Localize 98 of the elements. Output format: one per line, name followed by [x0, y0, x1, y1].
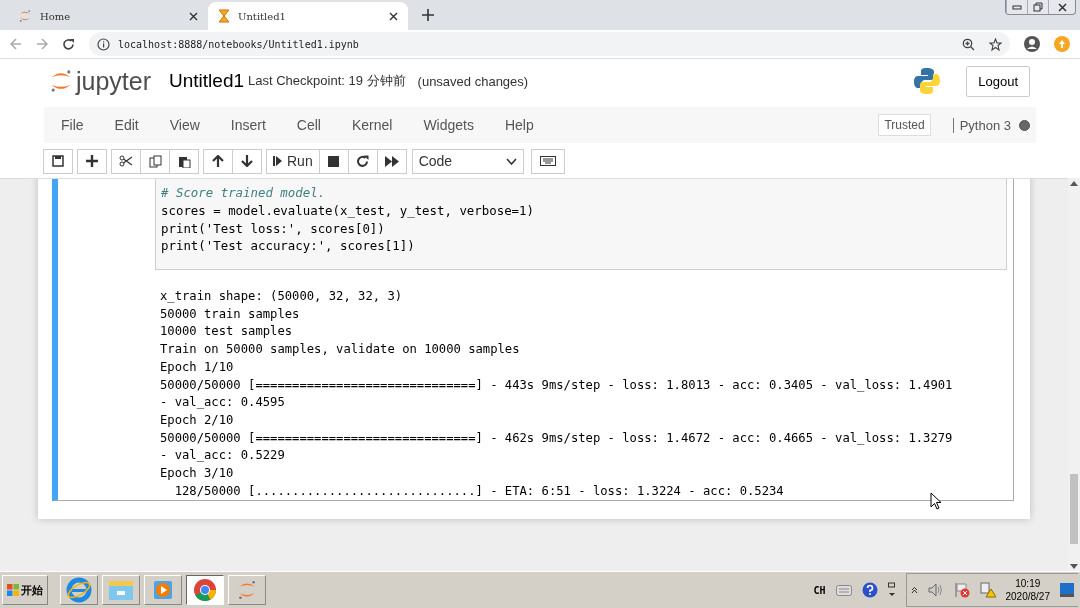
output-line: Epoch 1/10	[160, 358, 235, 376]
restart-button[interactable]	[347, 148, 378, 174]
taskbar-app[interactable]	[186, 575, 224, 605]
close-icon[interactable]	[1057, 2, 1067, 12]
hourglass-icon	[218, 9, 230, 23]
chevron-down-icon	[505, 157, 517, 165]
stop-icon	[328, 155, 340, 167]
checkpoint-status: Last Checkpoint: 19 分钟前	[248, 72, 406, 90]
windows-logo-icon	[7, 584, 19, 596]
network-warning-icon[interactable]	[979, 582, 996, 598]
output-line: x_train shape: (50000, 32, 32, 3)	[160, 288, 404, 305]
menu-item[interactable]: Help	[493, 117, 545, 133]
clock-date[interactable]: 2020/8/27	[1005, 590, 1050, 603]
code-line: scores = model.evaluate(x_test, y_test, verbose=1)	[161, 201, 535, 220]
logout-button[interactable]: Logout	[966, 65, 1030, 97]
output-line: - val_acc: 0.5229	[160, 447, 286, 465]
help-icon[interactable]	[861, 582, 878, 598]
windows-switch-icon[interactable]	[887, 582, 896, 598]
url-text: localhost:8888/notebooks/Untitled1.ipynb	[118, 38, 359, 50]
output-line: 128/50000 [..............................] - ETA: 6:51 - loss: 1.3224 - acc: 0.5234	[173, 482, 785, 500]
command-palette-button[interactable]	[530, 148, 565, 174]
output-line: Epoch 2/10	[160, 411, 235, 429]
code-line: print('Test accuracy:', scores[1])	[161, 237, 416, 256]
stop-button[interactable]	[318, 148, 349, 174]
jupyter-logo-icon	[236, 579, 258, 601]
address-bar[interactable]: localhost:8888/notebooks/Untitled1.ipynb	[89, 32, 1010, 56]
scroll-down-icon[interactable]	[1070, 564, 1078, 569]
menu-item[interactable]: View	[158, 117, 211, 133]
restore-icon[interactable]	[1033, 2, 1043, 12]
python-logo-icon	[912, 66, 943, 96]
mouse-cursor-icon	[930, 492, 942, 510]
output-line: 50000/50000 [==============================] - 443s 9ms/step - loss: 1.8013 - acc: 0.3405 - val_loss: 1.4901	[160, 376, 953, 394]
output-line: 50000/50000 [==============================] - 462s 9ms/step - loss: 1.4672 - acc: 0.4665 - val_loss: 1.3279	[160, 429, 953, 447]
scissors-icon	[119, 155, 133, 167]
arrow-up-icon	[212, 155, 224, 167]
save-icon	[52, 155, 64, 167]
jupyter-logo-icon	[18, 9, 32, 23]
browser-tab[interactable]: Untitled1	[208, 2, 408, 30]
output-line: 10000 test samples	[160, 323, 294, 341]
reload-icon	[356, 154, 370, 168]
menu-item[interactable]: Edit	[103, 117, 150, 133]
info-icon	[97, 37, 110, 51]
step-forward-icon	[273, 155, 283, 167]
output-line: 50000 train samples	[160, 305, 301, 323]
keyboard-icon[interactable]	[835, 584, 852, 596]
minimize-icon[interactable]	[1012, 4, 1022, 10]
zoom-icon[interactable]	[962, 37, 975, 51]
close-icon[interactable]	[389, 11, 398, 21]
output-line: Train on 50000 samples, validate on 10000 samples	[160, 341, 521, 359]
insert-cell-button[interactable]	[77, 148, 107, 174]
chrome-icon	[193, 578, 217, 602]
autosave-status: (unsaved changes)	[417, 73, 529, 89]
scroll-up-icon[interactable]	[1070, 181, 1078, 186]
menu-item[interactable]: Widgets	[412, 117, 485, 133]
media-player-icon	[152, 579, 174, 601]
account-icon[interactable]	[1024, 36, 1040, 52]
cell-type-dropdown[interactable]: Code	[411, 148, 524, 174]
speaker-icon[interactable]	[927, 583, 944, 597]
run-all-button[interactable]	[376, 148, 407, 174]
move-down-button[interactable]	[232, 148, 262, 174]
star-icon[interactable]	[989, 37, 1002, 51]
jupyter-wordmark: jupyter	[76, 66, 152, 96]
flag-error-icon[interactable]	[953, 582, 970, 598]
menu-item[interactable]: Kernel	[340, 117, 404, 133]
output-line: Epoch 3/10	[160, 465, 235, 483]
menu-item[interactable]: Cell	[285, 117, 332, 133]
scrollbar-thumb[interactable]	[1070, 474, 1078, 544]
close-icon[interactable]	[189, 11, 198, 21]
move-up-button[interactable]	[203, 148, 233, 174]
fast-forward-icon	[384, 155, 399, 167]
trusted-indicator[interactable]: Trusted	[878, 114, 931, 136]
menu-item[interactable]: File	[50, 117, 95, 133]
reload-icon[interactable]	[62, 37, 75, 51]
browser-e-icon	[66, 577, 92, 603]
cut-button[interactable]	[111, 148, 141, 174]
save-button[interactable]	[43, 148, 73, 174]
code-comment: # Score trained model.	[161, 184, 327, 202]
keyboard-icon	[539, 156, 556, 166]
plus-icon	[86, 155, 98, 167]
new-tab-icon[interactable]	[422, 9, 434, 21]
run-button[interactable]: Run	[266, 148, 320, 174]
copy-icon	[148, 154, 162, 168]
code-input[interactable]: # Score trained model. scores = model.evaluate(x_test, y_test, verbose=1) print('Test loss:', scores[0]) print('Test accuracy:', scores[1])	[155, 179, 1007, 270]
notebook-name[interactable]: Untitled1	[169, 70, 245, 92]
arrow-down-icon	[241, 155, 253, 167]
output-line: - val_acc: 0.4595	[160, 394, 286, 412]
clock-time[interactable]: 10:19	[1015, 577, 1041, 590]
chevron-up-icon[interactable]	[910, 586, 918, 594]
paste-button[interactable]	[169, 148, 199, 174]
kernel-name: Python 3	[959, 117, 1011, 133]
notebook-cell[interactable]	[52, 179, 1014, 501]
browser-tab[interactable]: Home	[8, 2, 208, 30]
folder-icon	[108, 579, 134, 601]
input-language[interactable]: CH	[813, 584, 826, 596]
code-line: print('Test loss:', scores[0])	[161, 219, 386, 238]
clipboard-icon	[177, 154, 191, 168]
menu-item[interactable]: Insert	[219, 117, 277, 133]
start-button[interactable]: 开始	[2, 575, 48, 605]
